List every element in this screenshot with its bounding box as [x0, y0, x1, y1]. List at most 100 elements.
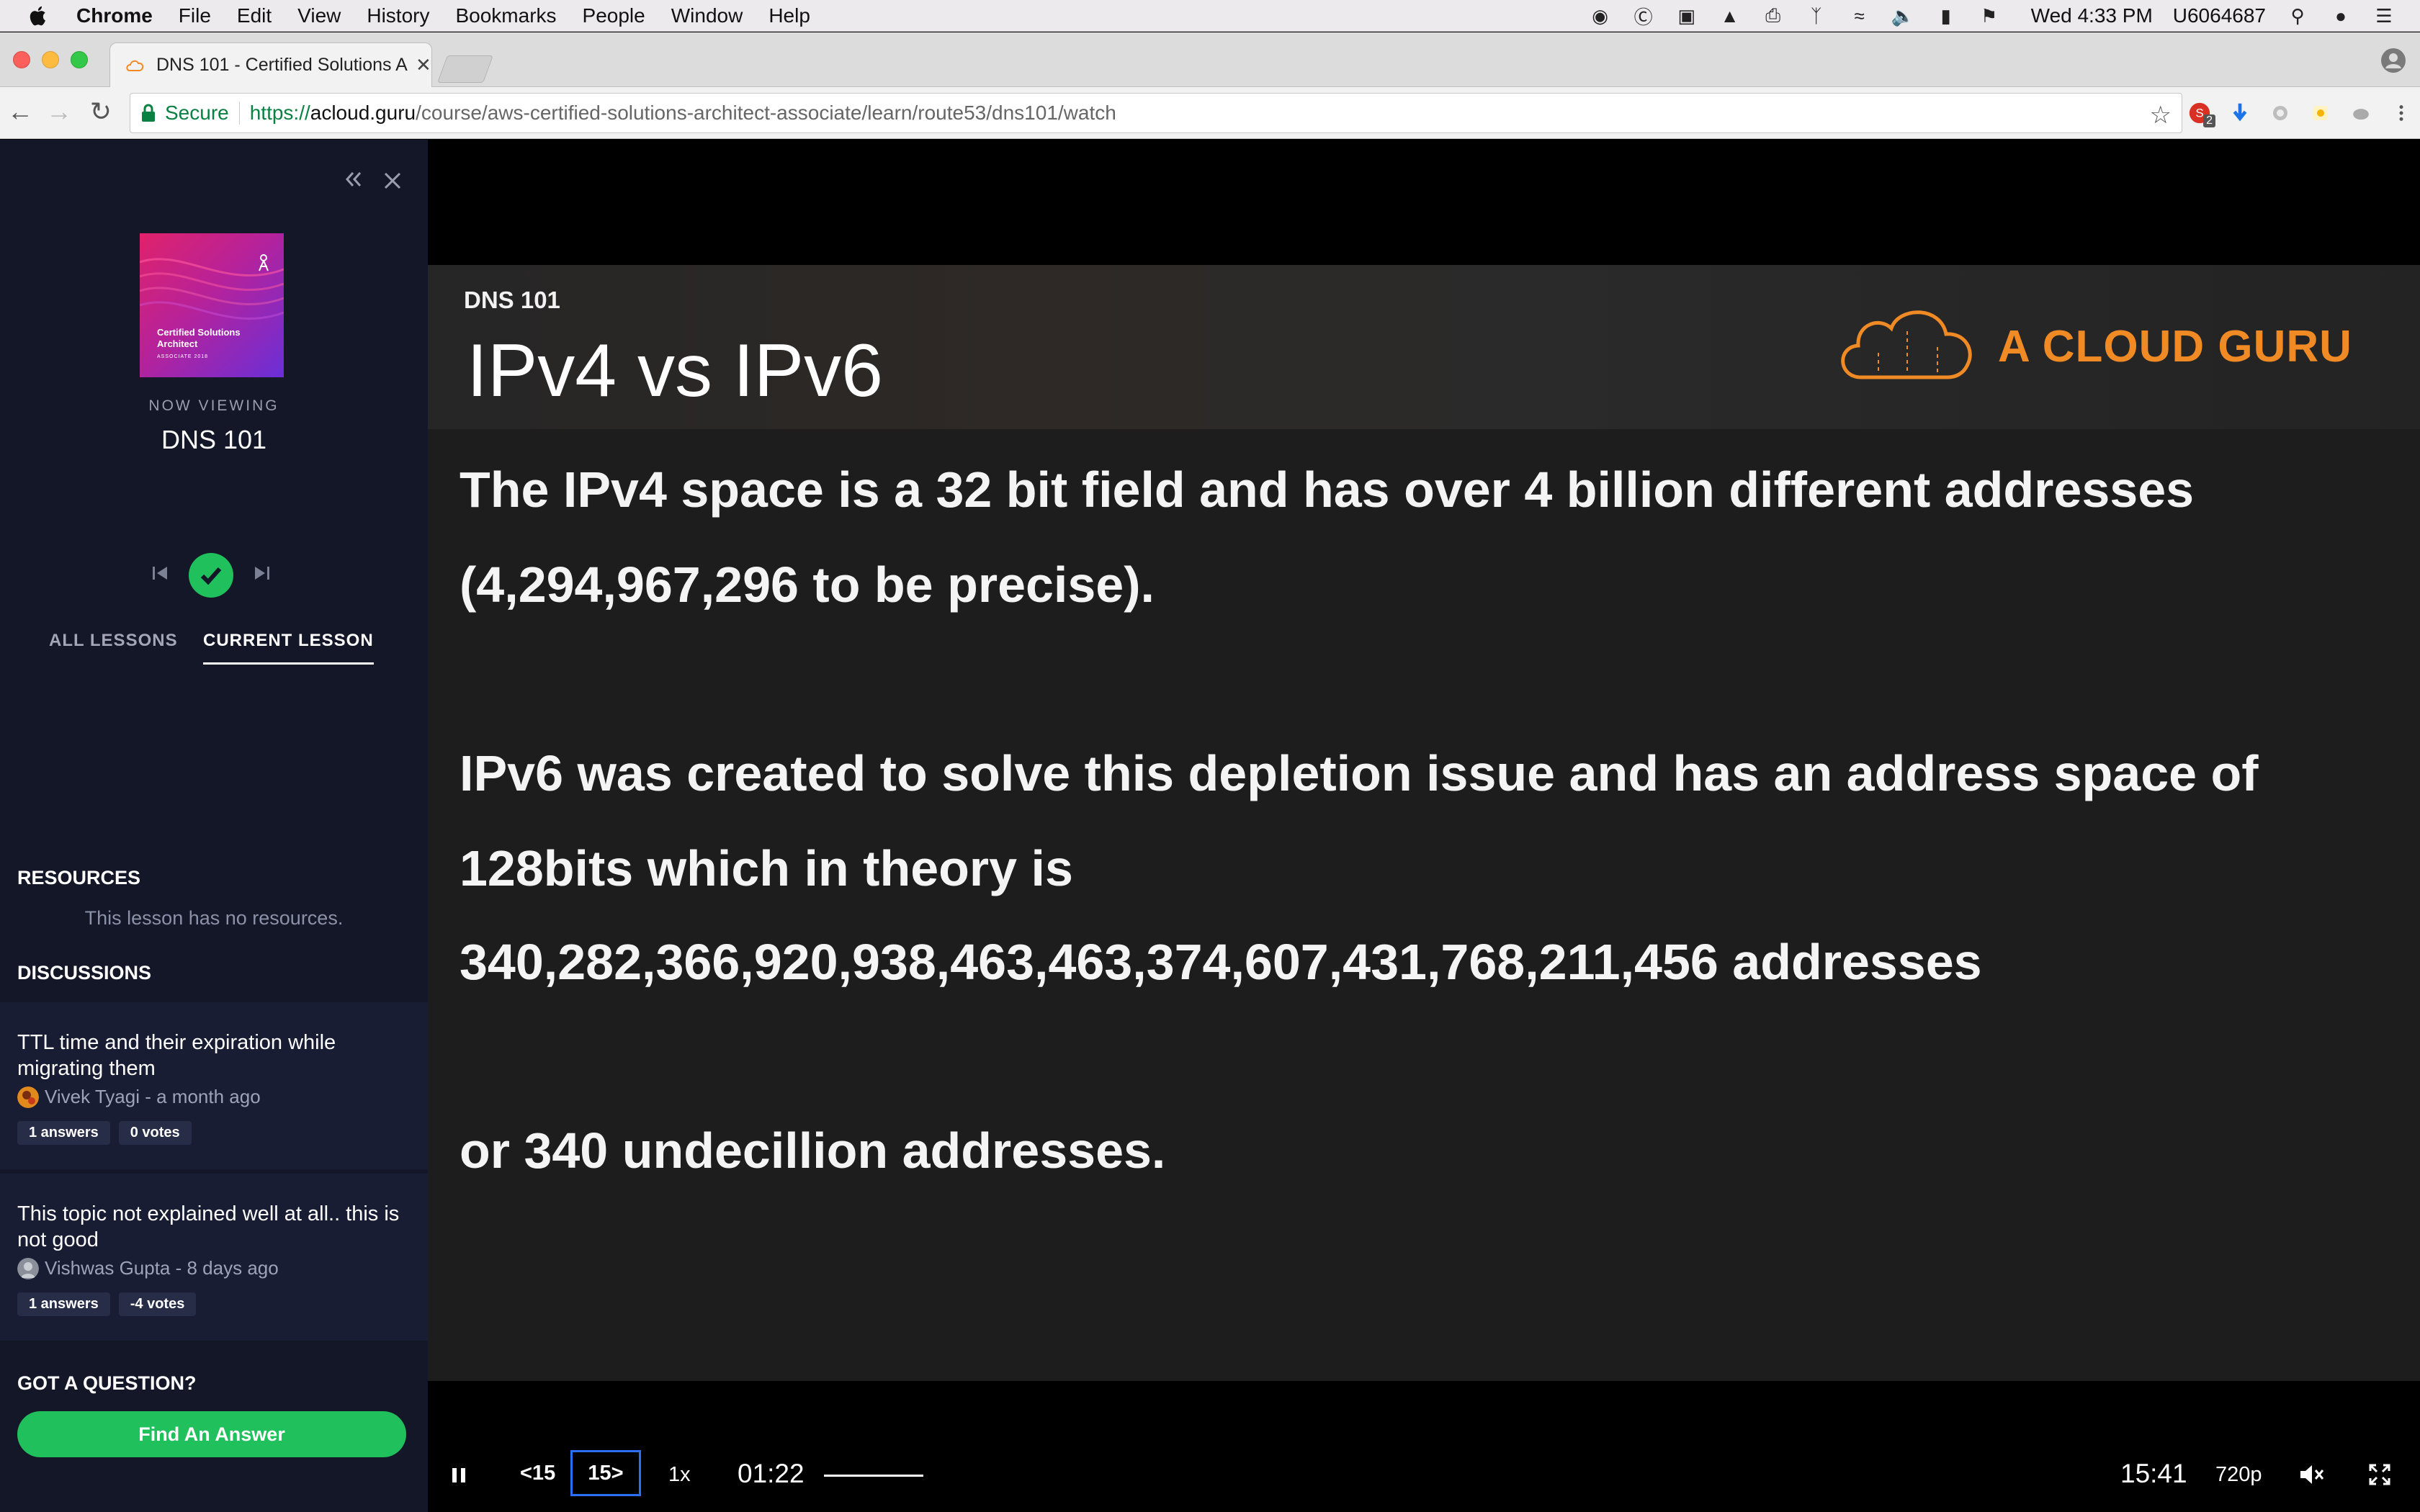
lesson-complete-button[interactable]: [189, 553, 233, 598]
discussion-stats: 1 answers -4 votes: [17, 1292, 411, 1316]
yellow-extension-icon[interactable]: [2308, 100, 2334, 126]
apple-icon[interactable]: [27, 4, 50, 27]
tab-close-icon[interactable]: ✕: [416, 54, 431, 76]
menu-edit[interactable]: Edit: [237, 4, 272, 27]
tab-all-lessons[interactable]: ALL LESSONS: [49, 631, 178, 651]
resources-empty-message: This lesson has no resources.: [84, 907, 344, 929]
notification-icon[interactable]: ▲: [1718, 4, 1742, 27]
current-time: 01:22: [738, 1459, 805, 1488]
rewind-15-button[interactable]: <15: [520, 1462, 555, 1485]
gray-extension-icon[interactable]: [2348, 100, 2374, 126]
slide-text-line: 340,282,366,920,938,463,463,374,607,431,…: [460, 934, 1982, 990]
quality-button[interactable]: 720p: [2215, 1463, 2262, 1487]
reload-icon[interactable]: ↻: [86, 96, 115, 126]
resources-heading: RESOURCES: [17, 867, 141, 888]
notification-center-icon[interactable]: ☰: [2372, 4, 2396, 27]
active-browser-tab[interactable]: DNS 101 - Certified Solutions A ✕: [109, 42, 432, 87]
extension-badge: 2: [2203, 114, 2215, 127]
close-icon[interactable]: [382, 170, 403, 192]
slide-text-line: IPv6 was created to solve this depletion…: [460, 745, 2259, 801]
window-close-button[interactable]: [13, 51, 30, 68]
playback-speed-button[interactable]: 1x: [668, 1463, 691, 1487]
tab-title: DNS 101 - Certified Solutions A: [156, 55, 408, 75]
volume-icon[interactable]: 🔈: [1891, 4, 1914, 27]
checkmark-icon: [200, 567, 222, 585]
omnibox-divider: [238, 102, 240, 125]
printer-icon[interactable]: ⎙: [1762, 4, 1785, 27]
discussion-item[interactable]: This topic not explained well at all.. t…: [0, 1174, 428, 1341]
course-thumbnail[interactable]: Certified Solutions Architect ASSOCIATE …: [140, 233, 284, 377]
progress-bar[interactable]: [824, 1475, 923, 1477]
pause-icon[interactable]: [449, 1466, 468, 1485]
menu-help[interactable]: Help: [768, 4, 810, 27]
next-lesson-icon[interactable]: [252, 563, 272, 583]
menubar-clock[interactable]: Wed 4:33 PM: [2031, 4, 2153, 27]
bookmark-star-icon[interactable]: ☆: [2150, 101, 2172, 130]
forward-15-button[interactable]: 15>: [570, 1450, 641, 1496]
answers-badge: 1 answers: [17, 1121, 110, 1145]
adblock-extension-icon[interactable]: S2: [2187, 100, 2215, 127]
new-tab-button[interactable]: [437, 55, 493, 83]
discussion-author: Vishwas Gupta - 8 days ago: [45, 1257, 279, 1279]
collapse-sidebar-icon[interactable]: [343, 168, 364, 190]
slide-text-line: The IPv4 space is a 32 bit field and has…: [460, 462, 2195, 518]
menu-file[interactable]: File: [179, 4, 211, 27]
slide-text-line: or 340 undecillion addresses.: [460, 1122, 1166, 1179]
slide-text-line: (4,294,967,296 to be precise).: [460, 557, 1155, 613]
download-extension-icon[interactable]: [2227, 100, 2253, 126]
menubar-user[interactable]: U6064687: [2173, 4, 2266, 27]
menu-view[interactable]: View: [297, 4, 341, 27]
us-flag-icon[interactable]: ⚑: [1978, 4, 2001, 27]
bluetooth-icon[interactable]: ᛉ: [1805, 4, 1828, 27]
lesson-title: DNS 101: [161, 425, 267, 454]
battery-icon[interactable]: ▮: [1935, 4, 1958, 27]
url-path: /course/aws-certified-solutions-architec…: [416, 102, 1116, 124]
duration: 15:41: [2120, 1459, 2187, 1488]
svg-text:S: S: [2195, 107, 2203, 120]
window-zoom-button[interactable]: [71, 51, 88, 68]
slide-header: DNS 101 IPv4 vs IPv6 A CLOUD GURU: [428, 265, 2420, 429]
back-arrow-icon[interactable]: ←: [6, 96, 35, 126]
find-answer-button[interactable]: Find An Answer: [17, 1411, 406, 1457]
menu-people[interactable]: People: [583, 4, 645, 27]
url-host: acloud.guru: [310, 102, 416, 124]
browser-tab-bar: DNS 101 - Certified Solutions A ✕: [0, 32, 2420, 87]
slide-kicker: DNS 101: [464, 287, 560, 313]
avatar: [17, 1257, 39, 1279]
circle-extension-icon[interactable]: [2267, 100, 2293, 126]
menu-chrome[interactable]: Chrome: [76, 4, 153, 27]
menu-history[interactable]: History: [367, 4, 429, 27]
course-sidebar: Certified Solutions Architect ASSOCIATE …: [0, 140, 428, 1512]
chrome-menu-icon[interactable]: [2388, 100, 2414, 126]
video-player[interactable]: DNS 101 IPv4 vs IPv6 A CLOUD GURU The IP…: [428, 140, 2420, 1512]
siri-icon[interactable]: ●: [2329, 4, 2352, 27]
skype-icon[interactable]: Ⓒ: [1632, 4, 1655, 28]
address-bar[interactable]: Secure https:// acloud.guru /course/aws-…: [130, 93, 2182, 133]
slide-frame: DNS 101 IPv4 vs IPv6 A CLOUD GURU The IP…: [428, 265, 2420, 1381]
window-minimize-button[interactable]: [42, 51, 59, 68]
evernote-icon[interactable]: ▣: [1675, 4, 1698, 27]
votes-badge: -4 votes: [118, 1292, 197, 1316]
now-viewing-label: NOW VIEWING: [148, 397, 279, 414]
menu-window[interactable]: Window: [671, 4, 743, 27]
status-area: ◉ Ⓒ ▣ ▲ ⎙ ᛉ ≈ 🔈 ▮ ⚑ Wed 4:33 PM U6064687…: [1589, 0, 2396, 32]
discussion-title[interactable]: This topic not explained well at all.. t…: [17, 1201, 411, 1253]
forward-arrow-icon[interactable]: →: [45, 96, 73, 126]
discussion-item[interactable]: TTL time and their expiration while migr…: [0, 1002, 428, 1169]
mute-icon[interactable]: [2299, 1463, 2325, 1486]
tab-current-lesson[interactable]: CURRENT LESSON: [203, 631, 374, 665]
wechat-icon[interactable]: ◉: [1589, 4, 1612, 27]
menu-bookmarks[interactable]: Bookmarks: [455, 4, 556, 27]
slide-text-line: 128bits which in theory is: [460, 840, 1073, 896]
thumbnail-title: Certified Solutions Architect: [157, 327, 241, 349]
spotlight-search-icon[interactable]: ⚲: [2286, 4, 2309, 27]
extension-icons: S2: [2187, 96, 2414, 130]
answers-badge: 1 answers: [17, 1292, 110, 1316]
wifi-icon[interactable]: ≈: [1848, 4, 1871, 27]
profile-icon[interactable]: [2380, 47, 2407, 74]
votes-badge: 0 votes: [118, 1121, 192, 1145]
previous-lesson-icon[interactable]: [150, 563, 170, 583]
discussion-meta: Vivek Tyagi - a month ago: [17, 1086, 411, 1108]
discussion-title[interactable]: TTL time and their expiration while migr…: [17, 1030, 411, 1081]
fullscreen-icon[interactable]: [2368, 1463, 2391, 1486]
